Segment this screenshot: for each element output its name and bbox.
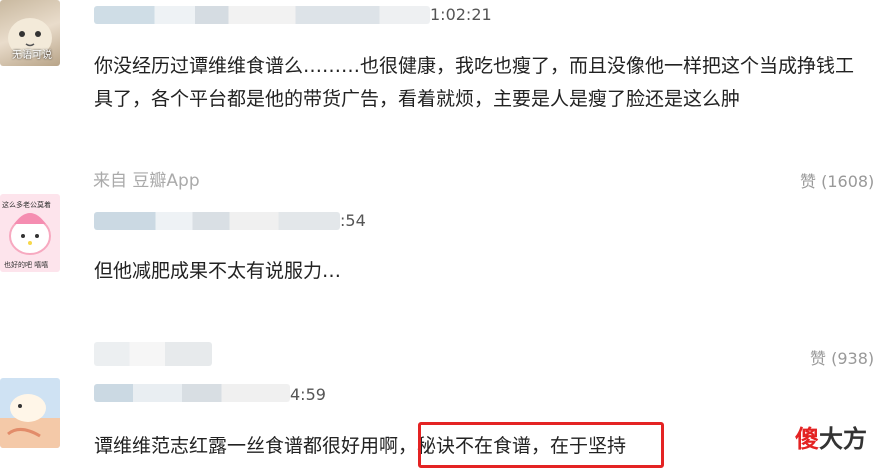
comment-source[interactable]: 来自 豆瓣App xyxy=(93,166,200,191)
avatar-cat[interactable]: 无语可说 xyxy=(0,0,60,66)
username-blurred[interactable] xyxy=(94,6,430,24)
like-count[interactable]: 赞 (1608) xyxy=(800,168,874,192)
username-blurred[interactable] xyxy=(94,384,290,402)
avatar-caption: 无语可说 xyxy=(12,50,52,61)
comment-text-line-1: 你没经历过谭维维食谱么………也很健康，我吃也瘦了，而且没像他一样把这个当成挣钱工 xyxy=(94,55,855,77)
like-count[interactable]: 赞 (938) xyxy=(810,345,874,369)
comment-text: 但他减肥成果不太有说服力… xyxy=(94,260,342,282)
comment-time: :54 xyxy=(340,211,366,230)
cartoon-avatar-image xyxy=(0,394,60,448)
highlight-box xyxy=(418,422,664,468)
username-blurred[interactable] xyxy=(94,342,212,366)
avatar-caption-bottom: 也好的吧 嘻嘻 xyxy=(4,261,49,269)
watermark-logo: 傻大方 xyxy=(795,419,867,454)
avatar-caption-top: 这么多老公莫着 xyxy=(2,201,51,209)
comment-time: 4:59 xyxy=(290,385,326,404)
avatar-melody[interactable]: 这么多老公莫着 也好的吧 嘻嘻 xyxy=(0,194,60,272)
comment-text-line-2: 具了，各个平台都是他的带货广告，看着就烦，主要是人是瘦了脸还是这么肿 xyxy=(94,88,741,110)
username-blurred[interactable] xyxy=(94,212,340,230)
avatar-cartoon[interactable] xyxy=(0,378,60,448)
comment-time: 1:02:21 xyxy=(430,5,492,24)
watermark-char-red: 傻 xyxy=(795,425,819,453)
watermark-char-dark: 大方 xyxy=(819,425,867,453)
comment-text-plain: 谭维维范志红露一丝食谱都很好用啊， xyxy=(94,435,418,457)
